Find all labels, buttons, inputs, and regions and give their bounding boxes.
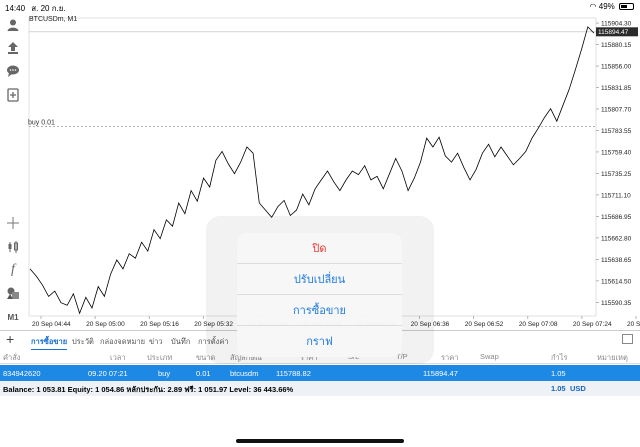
buy-level-label: buy 0.01 xyxy=(28,120,55,127)
col-ticket: คำสั่ง xyxy=(3,353,21,362)
col-current-price: ราคา xyxy=(441,353,459,362)
panel-toggle-icon[interactable] xyxy=(622,334,633,344)
col-comment: หมายเหตุ xyxy=(597,353,628,362)
cell-type: buy xyxy=(158,369,171,378)
chart-button[interactable]: กราฟ xyxy=(237,326,402,357)
x-tick-label: 20 Sep 04:44 xyxy=(32,321,71,328)
col-type: ประเภท xyxy=(147,353,173,362)
trade-context-menu: ปิด ปรับเปลี่ยน การซื้อขาย กราฟ xyxy=(237,233,402,357)
y-tick-label: 115711.10 xyxy=(601,192,631,199)
candlestick-icon[interactable] xyxy=(4,238,22,256)
tab-mailbox[interactable]: กล่องจดหมาย xyxy=(100,336,145,348)
close-position-button[interactable]: ปิด xyxy=(237,233,402,264)
left-toolbar: f M1 xyxy=(0,14,26,330)
objects-icon[interactable] xyxy=(4,284,22,302)
tab-journal[interactable]: บันทึก xyxy=(171,336,190,348)
cell-symbol: btcusdm xyxy=(230,369,259,378)
balance-summary-text: Balance: 1 053.81 Equity: 1 054.86 หลักป… xyxy=(3,385,294,394)
y-tick-label: 115831.85 xyxy=(601,85,632,92)
col-time: เวลา xyxy=(110,353,126,362)
account-icon[interactable] xyxy=(4,16,22,34)
battery-percent: 49% xyxy=(598,2,615,11)
status-date: ส. 20 ก.ย. xyxy=(31,4,66,13)
battery-icon xyxy=(619,3,634,10)
y-tick-label: 115638.65 xyxy=(601,257,632,264)
col-swap: Swap xyxy=(480,352,499,361)
x-tick-label: 20 Sep 06:52 xyxy=(465,321,504,328)
y-tick-label: 115807.70 xyxy=(601,107,632,114)
add-document-icon[interactable] xyxy=(4,86,22,104)
account-currency: USD xyxy=(570,384,586,393)
x-tick-label: 20 Sep 07:24 xyxy=(573,321,612,328)
cell-ticket: 834942620 xyxy=(3,369,41,378)
y-tick-label: 115735.25 xyxy=(601,171,632,178)
x-tick-label: 20 Sep 05:00 xyxy=(86,321,125,328)
cell-time: 09.20 07:21 xyxy=(88,369,128,378)
total-profit: 1.05 xyxy=(551,384,566,393)
chat-icon[interactable] xyxy=(4,62,22,80)
col-profit: กำไร xyxy=(551,353,568,362)
x-tick-label: 20 Sep 07:40 xyxy=(627,321,640,328)
y-tick-label: 115614.50 xyxy=(601,278,632,285)
timeframe-button[interactable]: M1 xyxy=(4,308,22,326)
add-icon[interactable]: + xyxy=(6,332,14,346)
chart-symbol-title: BTCUSDm, M1 xyxy=(29,16,78,23)
modify-position-button[interactable]: ปรับเปลี่ยน xyxy=(237,264,402,295)
cell-profit: 1.05 xyxy=(551,369,566,378)
balance-summary-row: Balance: 1 053.81 Equity: 1 054.86 หลักป… xyxy=(0,381,640,396)
y-tick-label: 115590.35 xyxy=(601,300,632,307)
x-tick-label: 20 Sep 07:08 xyxy=(519,321,558,328)
current-price-tag-text: 115894.47 xyxy=(598,29,629,36)
upload-icon[interactable] xyxy=(4,39,22,57)
status-time: 14:40 xyxy=(5,4,26,13)
cell-volume: 0.01 xyxy=(196,369,211,378)
cell-price: 115788.82 xyxy=(276,369,311,378)
cell-current-price: 115894.47 xyxy=(423,369,458,378)
home-indicator[interactable] xyxy=(236,439,404,443)
status-bar: 14:40 ส. 20 ก.ย. ◠ 49% xyxy=(0,0,640,14)
y-tick-label: 115904.30 xyxy=(601,21,632,28)
tab-news[interactable]: ข่าว xyxy=(149,336,163,348)
trade-button[interactable]: การซื้อขาย xyxy=(237,295,402,326)
tab-history[interactable]: ประวัติ xyxy=(72,336,94,348)
function-icon[interactable]: f xyxy=(4,261,22,279)
y-tick-label: 115759.40 xyxy=(601,149,632,156)
y-tick-label: 115783.55 xyxy=(601,128,632,135)
y-tick-label: 115686.95 xyxy=(601,214,632,221)
wifi-icon: ◠ xyxy=(589,2,597,11)
y-tick-label: 115662.80 xyxy=(601,235,632,242)
y-tick-label: 115880.15 xyxy=(601,42,632,49)
x-tick-label: 20 Sep 05:16 xyxy=(140,321,179,328)
trade-row[interactable]: 834942620 09.20 07:21 buy 0.01 btcusdm 1… xyxy=(0,365,640,381)
y-tick-label: 115856.00 xyxy=(601,64,632,71)
crosshair-icon[interactable] xyxy=(4,214,22,232)
